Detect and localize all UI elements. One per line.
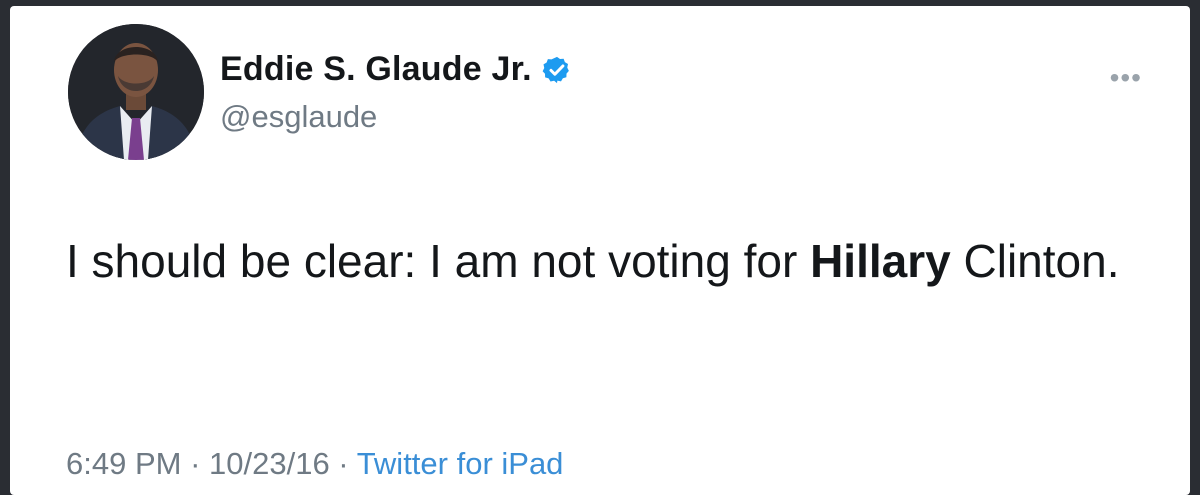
tweet-text-bold: Hillary — [810, 235, 951, 287]
meta-separator: · — [181, 446, 210, 481]
tweet-text-part1: I should be clear: I am not voting for — [66, 235, 811, 287]
screenshot-frame: Eddie S. Glaude Jr. @esglaude ••• I shou… — [0, 0, 1200, 495]
tweet-meta: 6:49 PM · 10/23/16 · Twitter for iPad — [66, 446, 563, 482]
verified-badge-icon — [542, 55, 572, 85]
author-display-name[interactable]: Eddie S. Glaude Jr. — [220, 50, 532, 89]
tweet-text: I should be clear: I am not voting for H… — [66, 224, 1146, 298]
tweet-source-link[interactable]: Twitter for iPad — [357, 446, 564, 481]
author-name-row: Eddie S. Glaude Jr. — [220, 50, 572, 89]
meta-separator: · — [329, 446, 357, 481]
person-avatar-icon — [68, 24, 204, 160]
tweet-card: Eddie S. Glaude Jr. @esglaude ••• I shou… — [10, 6, 1190, 495]
ellipsis-icon[interactable]: ••• — [1110, 64, 1142, 92]
avatar[interactable] — [68, 24, 204, 160]
tweet-text-part2: Clinton. — [950, 235, 1120, 287]
author-handle[interactable]: @esglaude — [220, 99, 377, 135]
tweet-date[interactable]: 10/23/16 — [209, 446, 330, 481]
tweet-time[interactable]: 6:49 PM — [66, 446, 181, 481]
